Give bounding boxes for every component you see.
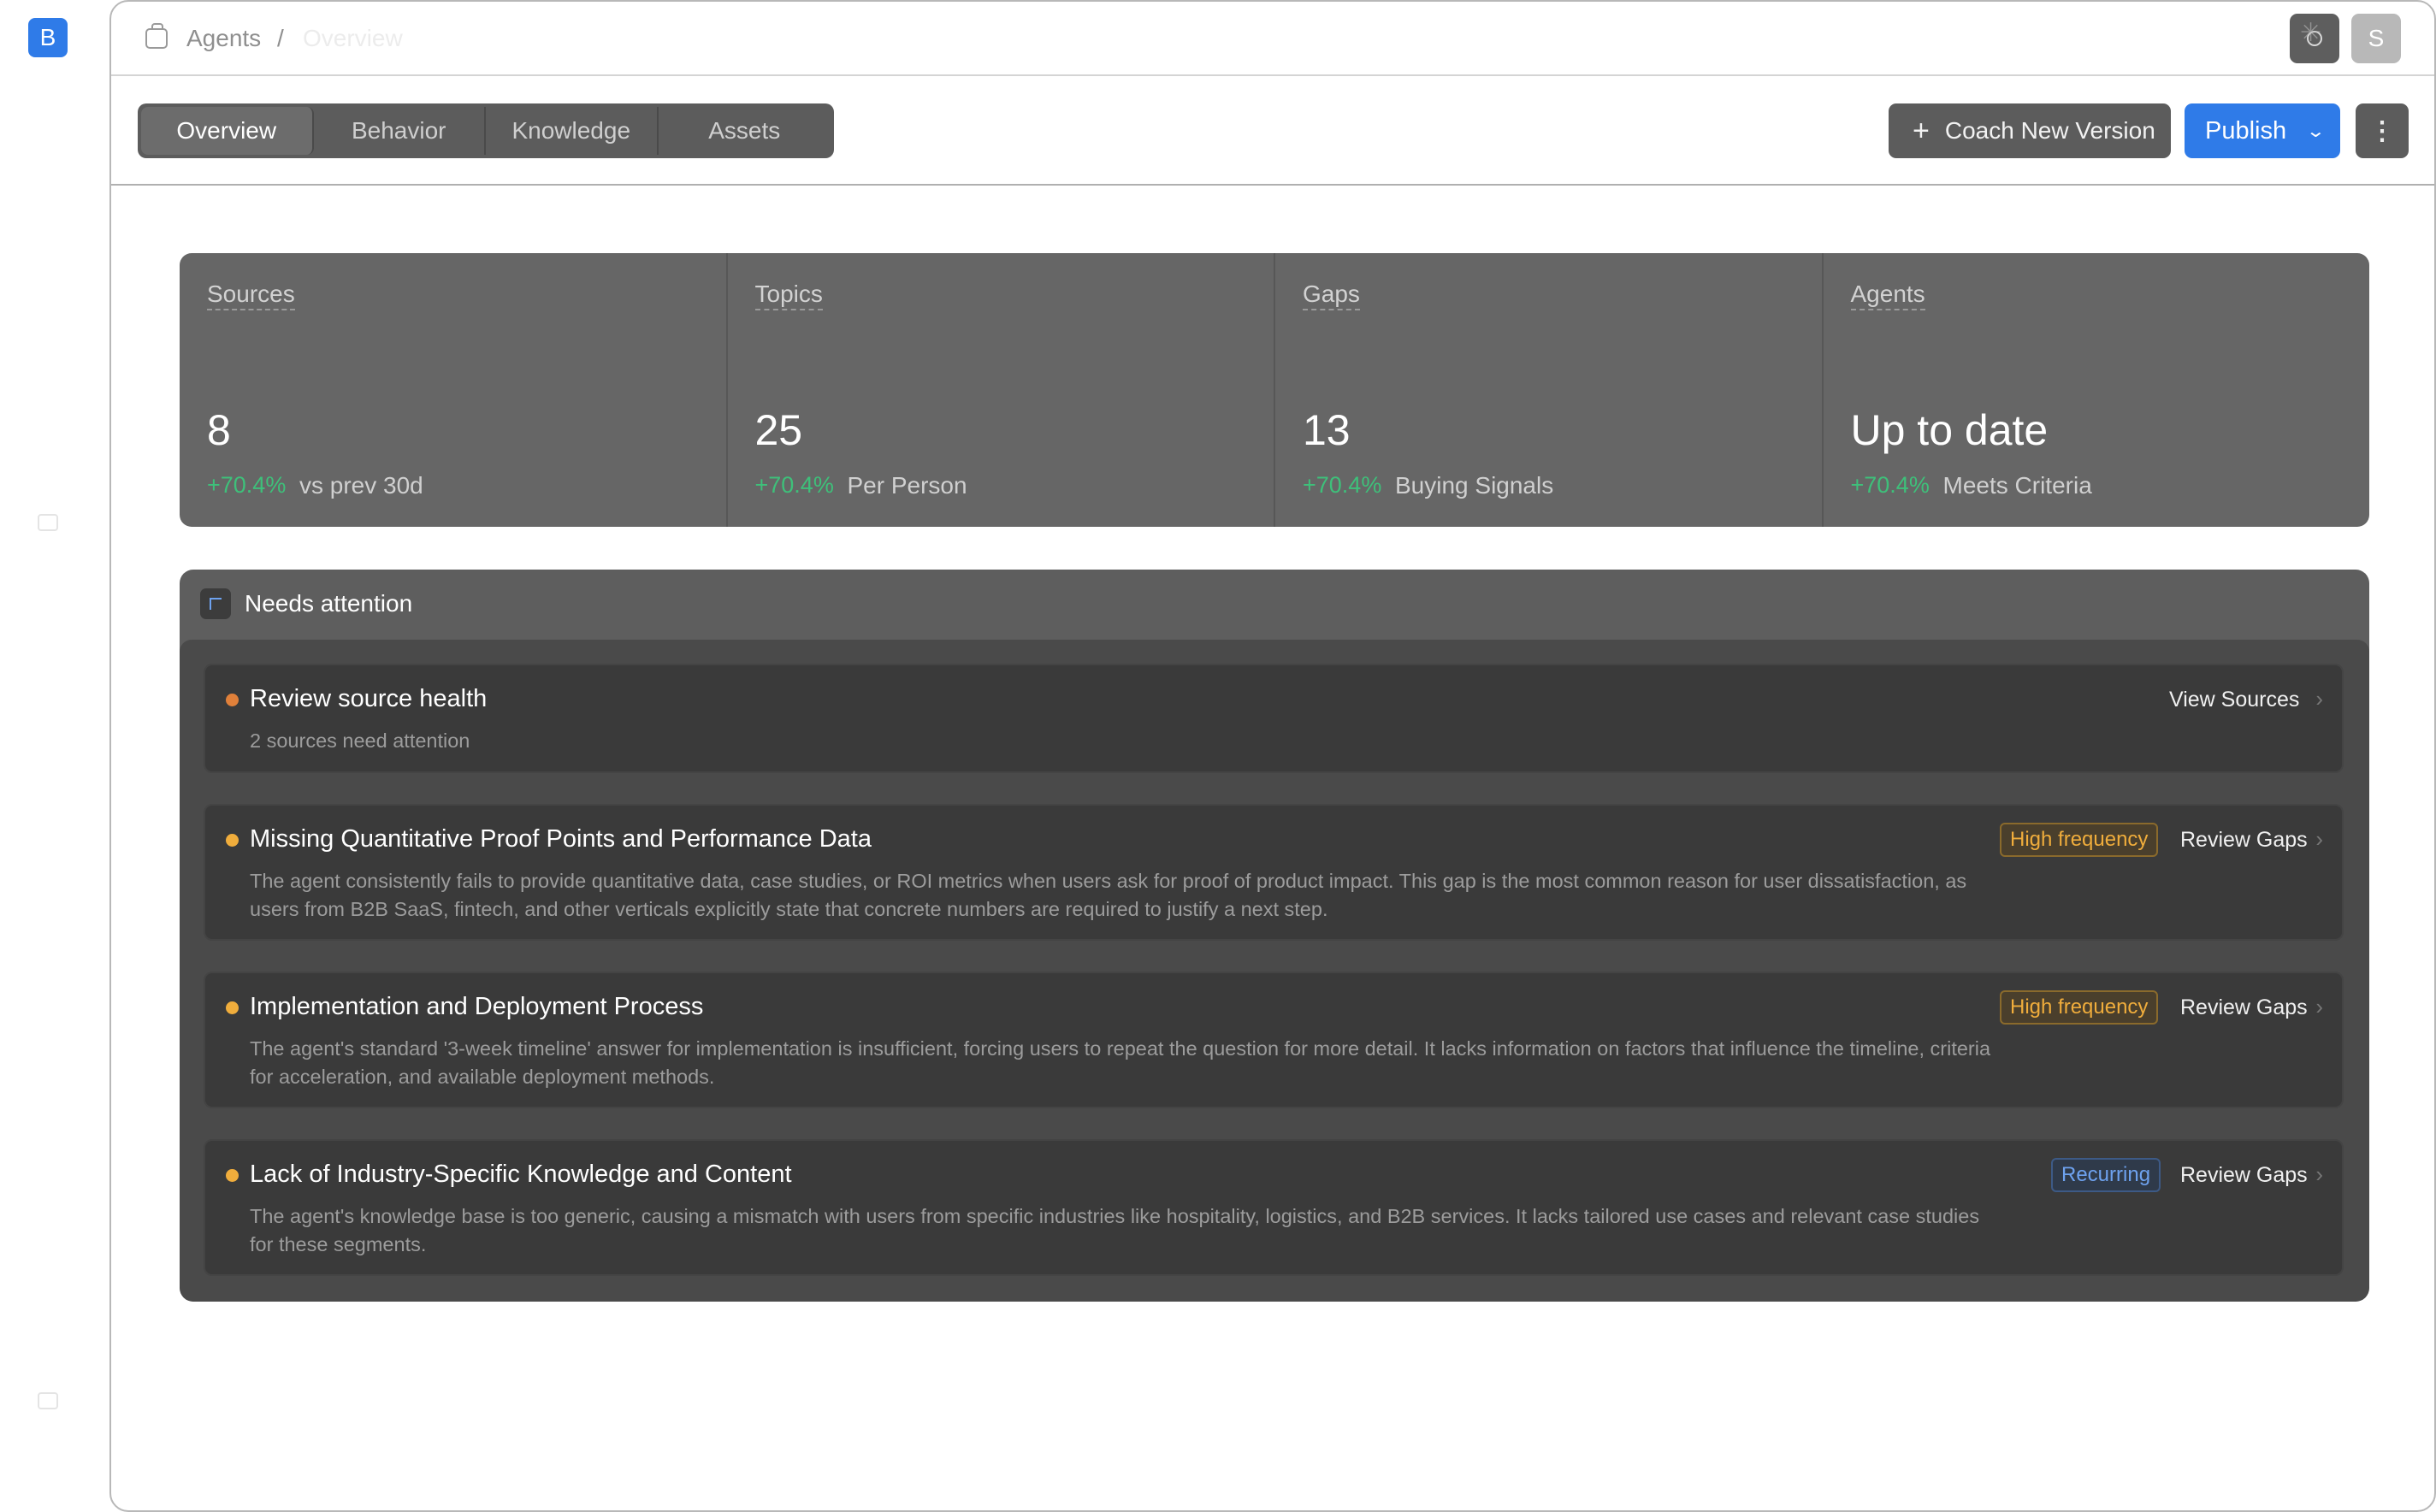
stat-delta: +70.4% xyxy=(207,472,287,498)
user-avatar[interactable]: S xyxy=(2351,14,2401,63)
chevron-right-icon: › xyxy=(2315,686,2323,712)
chevron-down-icon: ⌄ xyxy=(2305,121,2327,141)
plus-icon: + xyxy=(1913,115,1930,147)
tab-behavior[interactable]: Behavior xyxy=(314,107,486,155)
toolbar: Overview Behavior Knowledge Assets + Coa… xyxy=(111,76,2434,186)
tab-knowledge[interactable]: Knowledge xyxy=(486,107,659,155)
stat-note: Buying Signals xyxy=(1395,472,1554,499)
top-bar: Agents / Overview S xyxy=(111,2,2434,76)
stat-delta: +70.4% xyxy=(754,472,834,498)
stat-label: Gaps xyxy=(1303,281,1360,310)
tab-overview[interactable]: Overview xyxy=(141,107,314,155)
review-gaps-link[interactable]: Review Gaps xyxy=(2180,995,2308,1020)
recurring-badge: Recurring xyxy=(2051,1158,2161,1192)
attention-item-source-health[interactable]: Review source health 2 sources need atte… xyxy=(204,664,2344,773)
attention-item-title: Implementation and Deployment Process xyxy=(250,993,704,1020)
stat-note: Per Person xyxy=(847,472,967,499)
breadcrumb-current: Overview xyxy=(303,25,403,51)
stat-label: Sources xyxy=(207,281,295,310)
attention-item-description: The agent consistently fails to provide … xyxy=(250,870,1967,920)
attention-item-description: 2 sources need attention xyxy=(250,729,470,752)
stat-label: Agents xyxy=(1850,281,1925,310)
stat-note: Meets Criteria xyxy=(1942,472,2092,499)
attention-item-title: Review source health xyxy=(250,685,488,712)
brand-logo[interactable]: B xyxy=(28,18,68,57)
stat-label: Topics xyxy=(754,281,823,310)
more-vertical-icon: ⋮ xyxy=(2369,116,2395,145)
agent-robot-icon xyxy=(145,23,168,49)
attention-item-industry-knowledge[interactable]: Lack of Industry-Specific Knowledge and … xyxy=(204,1139,2344,1276)
theme-toggle-button[interactable] xyxy=(2290,14,2339,63)
chevron-right-icon: › xyxy=(2315,994,2323,1019)
stat-note: vs prev 30d xyxy=(299,472,423,499)
tab-group: Overview Behavior Knowledge Assets xyxy=(138,103,834,158)
stat-delta: +70.4% xyxy=(1850,472,1930,498)
coach-new-version-button[interactable]: + Coach New Version xyxy=(1889,103,2171,158)
status-dot xyxy=(226,1169,239,1182)
breadcrumb-separator: / xyxy=(277,25,284,51)
frequency-badge: High frequency xyxy=(2000,990,2159,1025)
review-gaps-link[interactable]: Review Gaps xyxy=(2180,1163,2308,1188)
status-dot xyxy=(226,834,239,847)
view-sources-link[interactable]: View Sources xyxy=(2169,688,2299,712)
coach-button-label: Coach New Version xyxy=(1944,117,2155,144)
more-options-button[interactable]: ⋮ xyxy=(2356,103,2409,158)
attention-list: Review source health 2 sources need atte… xyxy=(180,640,2369,1302)
stat-value: Up to date xyxy=(1850,406,2049,454)
needs-attention-title: Needs attention xyxy=(245,590,413,617)
main-window: Agents / Overview S Overview Behavior Kn… xyxy=(109,0,2436,1512)
attention-item-title: Missing Quantitative Proof Points and Pe… xyxy=(250,825,872,853)
needs-attention-panel: Needs attention Review source health 2 s… xyxy=(180,570,2369,1302)
stat-value: 8 xyxy=(207,406,231,454)
attention-item-title: Lack of Industry-Specific Knowledge and … xyxy=(250,1161,792,1188)
flag-icon xyxy=(200,588,231,619)
stat-gaps: Gaps 13 +70.4% Buying Signals xyxy=(1275,253,1824,527)
review-gaps-link[interactable]: Review Gaps xyxy=(2180,828,2308,853)
status-dot xyxy=(226,1001,239,1014)
chevron-right-icon: › xyxy=(2315,1161,2323,1187)
stat-value: 13 xyxy=(1303,406,1351,454)
publish-button[interactable]: Publish ⌄ xyxy=(2185,103,2340,158)
stat-value: 25 xyxy=(754,406,803,454)
needs-attention-header: Needs attention xyxy=(180,570,2369,640)
tab-assets[interactable]: Assets xyxy=(659,107,831,155)
attention-item-implementation[interactable]: Implementation and Deployment Process Th… xyxy=(204,972,2344,1108)
status-dot xyxy=(226,694,239,706)
frequency-badge: High frequency xyxy=(2000,823,2159,857)
stat-delta: +70.4% xyxy=(1303,472,1382,498)
attention-item-quantitative-proof[interactable]: Missing Quantitative Proof Points and Pe… xyxy=(204,804,2344,941)
left-rail: B xyxy=(0,0,109,1512)
attention-item-description: The agent's knowledge base is too generi… xyxy=(250,1205,1980,1255)
stat-sources: Sources 8 +70.4% vs prev 30d xyxy=(180,253,728,527)
attention-item-description: The agent's standard '3-week timeline' a… xyxy=(250,1037,1991,1088)
publish-button-label: Publish xyxy=(2205,116,2287,145)
settings-nav-icon[interactable] xyxy=(38,1392,58,1409)
stat-topics: Topics 25 +70.4% Per Person xyxy=(728,253,1275,527)
breadcrumb-agents-link[interactable]: Agents xyxy=(186,25,261,52)
chevron-right-icon: › xyxy=(2315,826,2323,852)
stat-agents: Agents Up to date +70.4% Meets Criteria xyxy=(1824,253,2370,527)
agents-nav-icon[interactable] xyxy=(38,514,58,531)
sun-icon xyxy=(2300,21,2322,46)
stats-panel: Sources 8 +70.4% vs prev 30d Topics 25 +… xyxy=(180,253,2369,527)
